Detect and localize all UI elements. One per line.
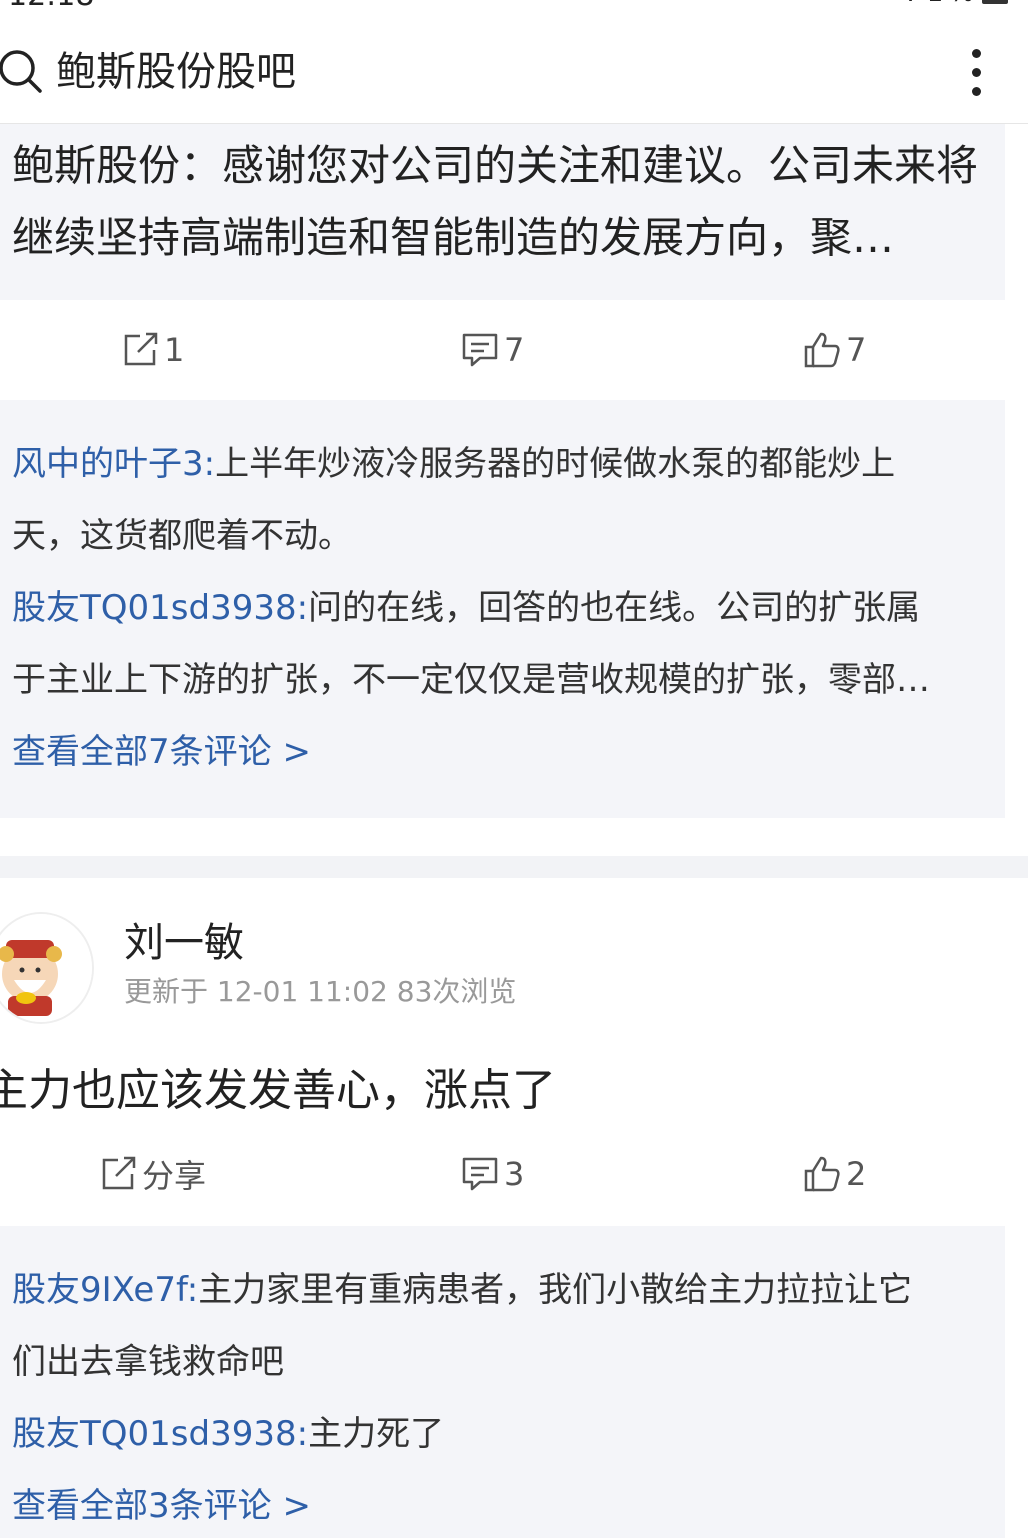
comment-button[interactable]: 3 xyxy=(460,1124,524,1224)
post2-comments: 股友9IXe7f:主力家里有重病患者，我们小散给主力拉拉让它 们出去拿钱救命吧 … xyxy=(0,1226,1005,1538)
battery-icon xyxy=(982,0,1008,4)
comment-count: 7 xyxy=(504,331,525,369)
comment-text: 问的在线，回答的也在线。公司的扩张属 xyxy=(308,588,921,628)
post-separator xyxy=(0,856,1028,878)
status-signal-icons: 71% xyxy=(904,0,980,8)
status-time: 12:18 xyxy=(8,0,94,13)
status-battery-text: 71% xyxy=(904,0,980,8)
avatar[interactable] xyxy=(0,912,94,1024)
like-button[interactable]: 7 xyxy=(802,300,866,400)
thumbs-up-icon xyxy=(804,1156,840,1192)
post1-comments: 风中的叶子3:上半年炒液冷服务器的时候做水泵的都能炒上 天，这货都爬着不动。 股… xyxy=(0,400,1005,818)
avatar-image xyxy=(0,914,92,1022)
comment-text: 于主业上下游的扩张，不一定仅仅是营收规模的扩张，零部… xyxy=(12,660,930,700)
share-button[interactable]: 1 xyxy=(120,300,184,400)
comment-item-cont: 们出去拿钱救命吧 xyxy=(12,1326,972,1398)
like-count: 2 xyxy=(846,1155,867,1193)
more-options-icon[interactable] xyxy=(964,46,988,102)
comment-user[interactable]: 股友9IXe7f: xyxy=(12,1270,198,1310)
like-button[interactable]: 2 xyxy=(802,1124,866,1224)
comment-icon xyxy=(462,333,498,367)
comment-user[interactable]: 股友TQ01sd3938: xyxy=(12,1414,308,1454)
post-meta: 更新于 12-01 11:02 83次浏览 xyxy=(124,975,517,1008)
comment-icon xyxy=(462,1157,498,1191)
comment-text: 上半年炒液冷服务器的时候做水泵的都能炒上 xyxy=(215,444,896,484)
comment-item[interactable]: 风中的叶子3:上半年炒液冷服务器的时候做水泵的都能炒上 xyxy=(12,428,972,500)
comment-count: 3 xyxy=(504,1155,525,1193)
post1-actions: 1 7 7 xyxy=(0,300,1028,400)
view-all-comments-link[interactable]: 查看全部3条评论 > xyxy=(12,1470,972,1538)
share-icon xyxy=(124,332,158,366)
comment-user[interactable]: 股友TQ01sd3938: xyxy=(12,588,308,628)
thumbs-up-icon xyxy=(804,332,840,368)
comment-item[interactable]: 股友9IXe7f:主力家里有重病患者，我们小散给主力拉拉让它 xyxy=(12,1254,972,1326)
comment-text: 主力家里有重病患者，我们小散给主力拉拉让它 xyxy=(198,1270,913,1310)
view-all-comments-link[interactable]: 查看全部7条评论 > xyxy=(12,716,972,788)
answer-text: 鲍斯股份：感谢您对公司的关注和建议。公司未来将继续坚持高端制造和智能制造的发展方… xyxy=(12,141,979,262)
comment-item-cont: 于主业上下游的扩张，不一定仅仅是营收规模的扩张，零部… xyxy=(12,644,972,716)
comment-text: 们出去拿钱救命吧 xyxy=(12,1342,284,1382)
comment-user[interactable]: 风中的叶子3: xyxy=(12,444,215,484)
author-name[interactable]: 刘一敏 xyxy=(124,916,244,970)
status-bar: 12:18 71% xyxy=(0,0,1028,13)
share-label: 分享 xyxy=(142,1157,207,1195)
like-count: 7 xyxy=(846,331,867,369)
share-count: 1 xyxy=(164,331,185,369)
quoted-answer[interactable]: 鲍斯股份：感谢您对公司的关注和建议。公司未来将继续坚持高端制造和智能制造的发展方… xyxy=(0,124,1005,300)
search-query[interactable]: 鲍斯股份股吧 xyxy=(56,44,296,100)
comment-item[interactable]: 股友TQ01sd3938:问的在线，回答的也在线。公司的扩张属 xyxy=(12,572,972,644)
post2-actions: 分享 3 2 xyxy=(0,1124,1028,1224)
share-button[interactable]: 分享 xyxy=(98,1124,206,1224)
comment-text: 主力死了 xyxy=(308,1414,445,1454)
comment-button[interactable]: 7 xyxy=(460,300,524,400)
share-icon xyxy=(102,1156,136,1190)
post-body[interactable]: 主力也应该发发善心，涨点了 xyxy=(0,1056,556,1126)
comment-text: 天，这货都爬着不动。 xyxy=(12,516,352,556)
search-icon[interactable] xyxy=(0,49,44,95)
comment-item[interactable]: 股友TQ01sd3938:主力死了 xyxy=(12,1398,972,1470)
screen: 12:18 71% 鲍斯股份股吧 鲍斯股份：感谢您对公司的关注和建议。公司未来将… xyxy=(0,0,1028,1538)
top-bar: 鲍斯股份股吧 xyxy=(0,22,1028,124)
comment-item-cont: 天，这货都爬着不动。 xyxy=(12,500,972,572)
